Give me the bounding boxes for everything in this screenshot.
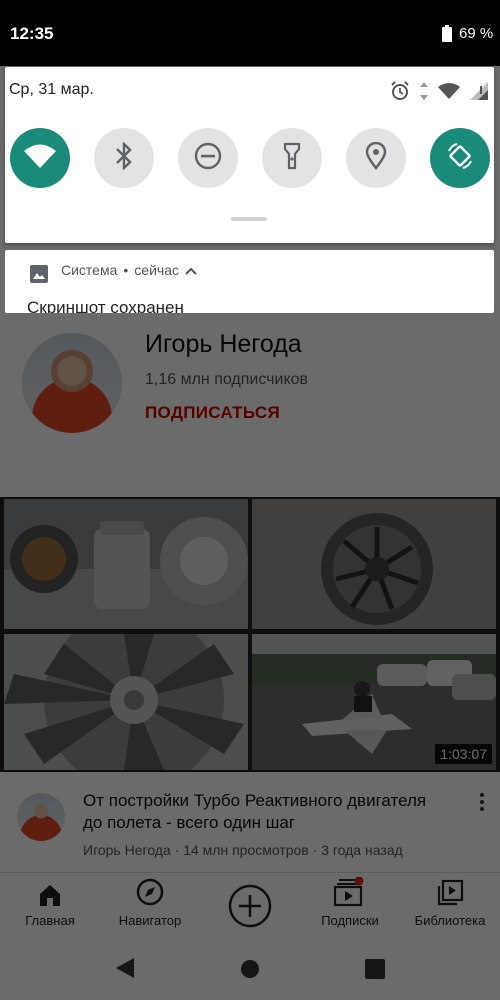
flashlight-icon [283,142,301,175]
home-circle-icon[interactable] [240,959,260,984]
qs-status-icons [390,80,488,106]
notification-app-name: Система [61,262,118,278]
nav-library-label: Библиотека [414,913,486,928]
video-channel-avatar[interactable] [17,793,65,841]
back-icon[interactable] [114,956,136,985]
cell-signal-icon [470,81,488,105]
add-icon [220,873,280,929]
chevron-up-icon[interactable] [185,262,197,278]
qs-drag-handle[interactable] [231,217,267,221]
home-icon [10,873,90,907]
alarm-icon [390,80,410,106]
qs-date[interactable]: Ср, 31 мар. [9,81,94,99]
nav-explore[interactable]: Навигатор [105,873,195,939]
wifi-signal-icon [438,82,460,104]
tile-bluetooth[interactable] [94,128,154,188]
video-meta: Игорь Негода · 14 млн просмотров · 3 год… [83,842,403,858]
screenshot-notification[interactable]: Система • сейчас Скриншот сохранен [5,250,494,313]
video-title[interactable]: От постройки Турбо Реактивного двигателя… [83,790,443,834]
channel-name[interactable]: Игорь Негода [145,330,302,359]
notification-header: Система • сейчас [61,262,197,278]
more-vert-icon[interactable] [474,790,490,814]
location-icon [365,141,387,175]
nav-home-label: Главная [25,913,75,928]
nav-explore-label: Навигатор [118,913,182,928]
tile-location[interactable] [346,128,406,188]
bluetooth-icon [115,140,133,175]
auto-rotate-icon [445,141,475,176]
quick-settings-panel: Ср, 31 мар. [5,67,494,243]
video-duration: 1:03:07 [435,744,492,764]
nav-library[interactable]: Библиотека [408,873,492,939]
nav-subscriptions-label: Подписки [321,913,379,928]
status-time: 12:35 [10,24,54,43]
nav-home[interactable]: Главная [10,873,90,939]
status-bar: 12:35 69 % [0,0,500,66]
video-thumbnail[interactable]: 1:03:07 [0,497,500,772]
tile-flashlight[interactable] [262,128,322,188]
notification-separator: • [123,262,129,278]
bottom-navigation: Главная Навигатор Подписки Библиотека [0,872,500,939]
battery-icon [442,25,452,42]
recents-icon[interactable] [365,959,385,984]
channel-avatar[interactable] [22,333,122,433]
compass-icon [105,873,195,907]
tile-wifi[interactable] [10,128,70,188]
system-navigation-bar [0,938,500,1000]
tile-do-not-disturb[interactable] [178,128,238,188]
thumbnail-engine-parts [4,499,248,629]
notification-title: Скриншот сохранен [27,298,184,313]
do-not-disturb-icon [194,142,222,175]
nav-create[interactable] [220,873,280,939]
notification-time: сейчас [134,262,179,278]
nav-subscriptions[interactable]: Подписки [308,873,392,939]
data-arrows-icon [420,81,428,105]
wifi-icon [24,144,56,173]
image-icon [30,265,48,288]
tile-auto-rotate[interactable] [430,128,490,188]
subscriptions-icon [308,873,392,907]
thumbnail-compressor [252,499,496,629]
channel-subscribers: 1,16 млн подписчиков [145,371,309,388]
library-icon [408,873,492,907]
battery-percent: 69 % [459,25,494,42]
subscribe-button[interactable]: ПОДПИСАТЬСЯ [145,403,280,423]
thumbnail-turbine [4,634,248,770]
